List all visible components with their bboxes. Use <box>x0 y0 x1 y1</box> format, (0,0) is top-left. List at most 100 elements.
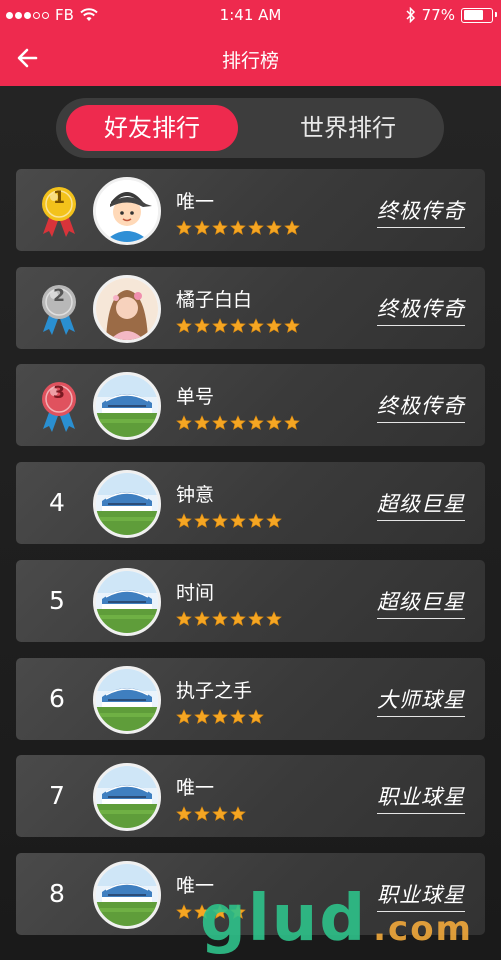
player-title: 职业球星 <box>377 781 465 815</box>
leaderboard-content: 好友排行 世界排行 1 唯一 终极传奇 2 橘子白白 终极传奇 3 单号 终极传… <box>0 86 501 960</box>
player-name: 橘子白白 <box>176 288 253 311</box>
ranking-row[interactable]: 2 橘子白白 终极传奇 <box>16 266 485 349</box>
player-title: 终极传奇 <box>377 390 465 424</box>
star-icon <box>248 513 264 529</box>
rank-number: 6 <box>49 683 65 713</box>
watermark-logo: glud .com <box>200 882 473 956</box>
star-icon <box>194 708 210 724</box>
ranking-row[interactable]: 6 执子之手 大师球星 <box>16 657 485 740</box>
star-rating <box>176 708 264 725</box>
player-title: 终极传奇 <box>377 293 465 326</box>
rank-number: 5 <box>49 585 65 615</box>
player-title: 超级巨星 <box>377 586 465 619</box>
player-name: 唯一 <box>176 191 215 213</box>
star-icon <box>194 220 210 235</box>
tab-world-ranking[interactable]: 世界排行 <box>262 105 434 151</box>
star-icon <box>230 708 246 724</box>
star-icon <box>212 317 228 333</box>
star-icon <box>230 610 246 626</box>
rank-number: 8 <box>49 878 65 908</box>
ranking-row[interactable]: 4 钟意 超级巨星 <box>16 462 485 545</box>
ranking-row[interactable]: 7 唯一 职业球星 <box>16 755 485 838</box>
avatar[interactable] <box>93 665 161 734</box>
star-icon <box>176 317 192 333</box>
star-icon <box>212 806 228 822</box>
star-icon <box>248 610 264 626</box>
star-icon <box>176 513 192 529</box>
ranking-row[interactable]: 3 单号 终极传奇 <box>16 364 485 447</box>
rank-number: 7 <box>49 781 65 811</box>
rank-number: 4 <box>49 488 65 518</box>
star-icon <box>194 513 210 529</box>
star-icon <box>284 220 300 235</box>
star-icon <box>212 610 228 626</box>
star-icon <box>266 513 282 529</box>
star-icon <box>212 220 228 235</box>
star-icon <box>176 610 192 626</box>
star-rating <box>176 220 300 236</box>
star-icon <box>266 415 282 431</box>
status-bar: FB 1:41 AM 77% <box>0 0 501 30</box>
bluetooth-icon <box>406 7 415 23</box>
star-icon <box>284 415 300 431</box>
avatar[interactable] <box>93 567 161 636</box>
battery-icon <box>461 7 497 23</box>
star-icon <box>230 513 246 529</box>
star-icon <box>194 317 210 333</box>
avatar[interactable] <box>93 470 161 539</box>
player-title: 终极传奇 <box>377 195 465 228</box>
battery-percent: 77% <box>421 6 455 24</box>
avatar[interactable] <box>93 274 161 343</box>
silver-medal-icon: 2 <box>37 282 81 338</box>
medal-rank: 1 <box>53 188 65 208</box>
nav-bar: 排行榜 <box>0 30 501 86</box>
star-icon <box>176 220 192 235</box>
player-name: 钟意 <box>176 484 215 507</box>
star-icon <box>176 708 192 724</box>
player-title: 超级巨星 <box>377 488 465 522</box>
ranking-row[interactable]: 5 时间 超级巨星 <box>16 559 485 642</box>
star-icon <box>194 415 210 431</box>
avatar[interactable] <box>93 177 161 245</box>
star-icon <box>248 708 264 724</box>
page-title: 排行榜 <box>221 50 279 72</box>
star-icon <box>230 806 246 822</box>
star-icon <box>266 220 282 235</box>
player-title: 大师球星 <box>377 684 465 717</box>
player-name: 单号 <box>176 386 215 409</box>
star-icon <box>248 220 264 235</box>
star-icon <box>212 415 228 431</box>
player-name: 时间 <box>176 581 215 604</box>
ranking-row[interactable]: 1 唯一 终极传奇 <box>16 169 485 251</box>
star-rating <box>176 317 300 334</box>
battery-level <box>463 10 483 20</box>
status-right: 77% <box>406 6 497 24</box>
star-icon <box>176 904 192 919</box>
star-rating <box>176 415 300 431</box>
star-icon <box>230 317 246 333</box>
player-name: 执子之手 <box>176 679 253 702</box>
star-icon <box>266 317 282 333</box>
avatar[interactable] <box>93 372 161 441</box>
star-icon <box>230 220 246 235</box>
star-icon <box>176 415 192 431</box>
avatar[interactable] <box>93 860 161 929</box>
medal-rank: 2 <box>53 285 65 306</box>
star-icon <box>212 708 228 724</box>
star-icon <box>176 806 192 822</box>
avatar[interactable] <box>93 763 161 832</box>
star-icon <box>266 610 282 626</box>
star-icon <box>230 415 246 431</box>
star-icon <box>194 806 210 822</box>
star-icon <box>248 415 264 431</box>
star-icon <box>284 317 300 333</box>
star-rating <box>176 610 282 627</box>
medal-rank: 3 <box>53 383 65 404</box>
ranking-tabs: 好友排行 世界排行 <box>56 98 444 158</box>
gold-medal-icon: 1 <box>37 184 81 240</box>
tab-friends-ranking[interactable]: 好友排行 <box>66 105 238 151</box>
star-icon <box>248 317 264 333</box>
bronze-medal-icon: 3 <box>37 379 81 435</box>
star-icon <box>212 513 228 529</box>
player-name: 唯一 <box>176 777 215 800</box>
